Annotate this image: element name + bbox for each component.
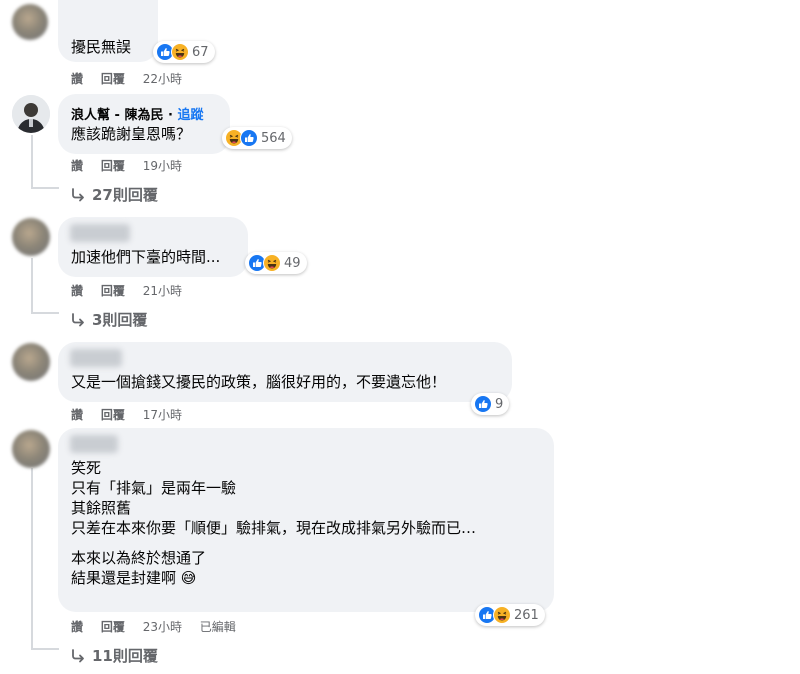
like-icon <box>240 129 258 147</box>
haha-icon <box>493 606 511 624</box>
thread-line <box>31 258 33 312</box>
reply-button[interactable]: 回覆 <box>101 159 125 173</box>
view-replies-link[interactable]: 11則回覆 <box>70 645 158 666</box>
like-button[interactable]: 讚 <box>71 408 83 422</box>
comment-text: 笑死 只有「排氣」是兩年一驗 其餘照舊 只差在本來你要「順便」驗排氣，現在改成排… <box>71 459 477 587</box>
thread-line <box>31 312 59 314</box>
reaction-summary[interactable]: 261 <box>475 604 545 626</box>
timestamp[interactable]: 23小時 <box>143 620 182 634</box>
thread-line <box>31 468 33 648</box>
reply-button[interactable]: 回覆 <box>101 620 125 634</box>
comment-actions: 讚 回覆 22小時 <box>71 70 196 87</box>
like-button[interactable]: 讚 <box>71 620 83 634</box>
reply-button[interactable]: 回覆 <box>101 408 125 422</box>
timestamp[interactable]: 22小時 <box>143 72 182 86</box>
reaction-count: 49 <box>284 255 301 271</box>
comment-actions: 讚 回覆 21小時 <box>71 282 196 299</box>
comment-author[interactable]: 浪人幫 - 陳為民 · 追蹤 <box>71 104 203 123</box>
haha-icon <box>263 254 281 272</box>
like-button[interactable]: 讚 <box>71 72 83 86</box>
like-button[interactable]: 讚 <box>71 159 83 173</box>
comment-actions: 讚 回覆 23小時 已編輯 <box>71 618 250 635</box>
reaction-summary[interactable]: 49 <box>245 252 307 274</box>
haha-icon <box>171 43 189 61</box>
like-button[interactable]: 讚 <box>71 284 83 298</box>
reply-arrow-icon <box>72 312 84 326</box>
avatar[interactable] <box>12 430 50 468</box>
comment-actions: 讚 回覆 19小時 <box>71 157 196 174</box>
avatar[interactable] <box>12 4 48 40</box>
reply-button[interactable]: 回覆 <box>101 284 125 298</box>
comment-text: 又是一個搶錢又擾民的政策，腦很好用的，不要遺忘他！ <box>71 373 447 391</box>
comment-text: 擾民無誤 <box>71 38 132 56</box>
reply-arrow-icon <box>72 187 84 201</box>
reaction-count: 9 <box>495 396 504 412</box>
avatar[interactable] <box>12 343 50 381</box>
author-name-redacted <box>70 435 118 453</box>
timestamp[interactable]: 19小時 <box>143 159 182 173</box>
reaction-count: 67 <box>192 44 209 60</box>
reply-arrow-icon <box>72 648 84 662</box>
timestamp[interactable]: 21小時 <box>143 284 182 298</box>
timestamp[interactable]: 17小時 <box>143 408 182 422</box>
author-name-redacted <box>70 224 130 242</box>
author-name-redacted <box>70 349 122 367</box>
avatar[interactable] <box>12 218 50 256</box>
reaction-count: 261 <box>514 607 539 623</box>
follow-button[interactable]: 追蹤 <box>177 108 203 123</box>
edited-label: 已編輯 <box>199 620 236 634</box>
comment-text: 加速他們下臺的時間... <box>71 248 221 266</box>
view-replies-link[interactable]: 27則回覆 <box>70 184 158 205</box>
avatar[interactable] <box>12 95 50 133</box>
thread-line <box>31 135 33 187</box>
comment-actions: 讚 回覆 17小時 <box>71 406 196 423</box>
thread-line <box>31 187 59 189</box>
reaction-summary[interactable]: 67 <box>153 41 215 63</box>
reaction-summary[interactable]: 9 <box>471 393 510 415</box>
thread-line <box>31 648 59 650</box>
reaction-summary[interactable]: 564 <box>222 127 292 149</box>
reaction-count: 564 <box>261 130 286 146</box>
like-icon <box>474 395 492 413</box>
view-replies-link[interactable]: 3則回覆 <box>70 309 147 330</box>
reply-button[interactable]: 回覆 <box>101 72 125 86</box>
comment-text: 應該跪謝皇恩嗎？ <box>71 125 192 143</box>
